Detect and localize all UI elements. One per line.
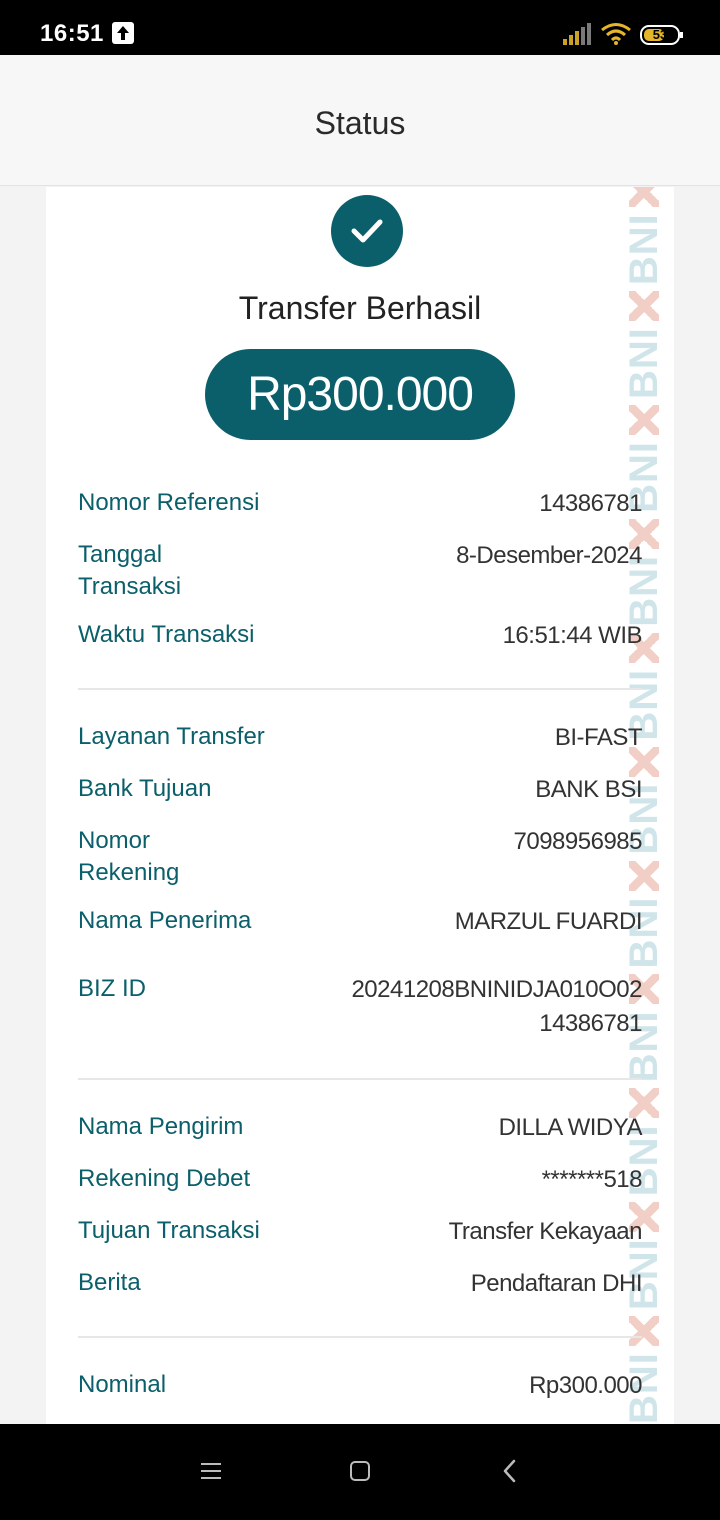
page-title: Status xyxy=(314,105,406,141)
status-time: 16:51 xyxy=(40,20,104,47)
value-nama-penerima: MARZUL FUARDI xyxy=(454,908,643,935)
menu-icon[interactable] xyxy=(200,1460,222,1482)
label-layanan-transfer: Layanan Transfer xyxy=(78,723,265,750)
home-icon[interactable] xyxy=(349,1460,371,1482)
bni-logo-mark-icon xyxy=(629,860,659,891)
value-nominal: Rp300.000 xyxy=(529,1372,642,1399)
upload-icon xyxy=(112,22,134,44)
value-nomor-rekening: 7098956985 xyxy=(513,828,643,855)
section-divider xyxy=(78,688,642,690)
value-biz-id: 20241208BNINIDJA010O0214386781 xyxy=(351,976,642,1037)
label-bank-tujuan: Bank Tujuan xyxy=(78,775,212,802)
value-layanan-transfer: BI-FAST xyxy=(554,724,643,751)
watermark-word: BNI xyxy=(622,327,666,399)
receipt-card: BNIBNIBNIBNIBNIBNIBNIBNIBNIBNIBNIBNI Tra… xyxy=(46,187,674,1424)
value-bank-tujuan: BANK BSI xyxy=(535,776,642,803)
back-icon[interactable] xyxy=(502,1459,518,1483)
section-divider xyxy=(78,1336,642,1338)
watermark-word: BNI xyxy=(622,213,666,286)
value-rekening-debet: *******518 xyxy=(541,1166,643,1193)
label-nomor-rekening: Nomor Rekening xyxy=(78,827,180,886)
bni-logo-mark-icon xyxy=(629,404,659,435)
label-waktu-transaksi: Waktu Transaksi xyxy=(78,621,255,648)
value-berita: Pendaftaran DHI xyxy=(470,1270,643,1297)
success-check-icon xyxy=(331,195,403,267)
app-header: Status xyxy=(0,55,720,186)
bni-logo-mark-icon xyxy=(629,187,659,208)
value-nama-pengirim: DILLA WIDYA xyxy=(498,1114,643,1141)
value-tujuan-transaksi: Transfer Kekayaan xyxy=(448,1218,643,1245)
signal-icon xyxy=(563,23,593,45)
value-tanggal-transaksi: 8-Desember-2024 xyxy=(456,542,642,569)
label-tujuan-transaksi: Tujuan Transaksi xyxy=(78,1217,260,1244)
label-nama-pengirim: Nama Pengirim xyxy=(78,1113,244,1140)
label-biz-id: BIZ ID xyxy=(78,975,147,1002)
wifi-icon xyxy=(600,22,632,46)
label-nominal: Nominal xyxy=(78,1371,167,1398)
value-waktu-transaksi: 16:51:44 WIB xyxy=(502,622,643,649)
label-tanggal-transaksi: Tanggal Transaksi xyxy=(78,541,182,600)
label-nomor-referensi: Nomor Referensi xyxy=(78,489,260,516)
battery-level: 53 xyxy=(652,27,668,42)
label-berita: Berita xyxy=(78,1269,141,1296)
label-rekening-debet: Rekening Debet xyxy=(78,1165,251,1192)
success-title: Transfer Berhasil xyxy=(238,290,482,326)
amount-badge: Rp300.000 xyxy=(205,349,515,440)
bni-logo-mark-icon xyxy=(629,1316,659,1347)
status-bar: 16:51 53 xyxy=(0,0,720,55)
value-nomor-referensi: 14386781 xyxy=(539,490,642,517)
label-nama-penerima: Nama Penerima xyxy=(78,907,252,934)
section-divider xyxy=(78,1078,642,1080)
navigation-bar xyxy=(0,1424,720,1520)
